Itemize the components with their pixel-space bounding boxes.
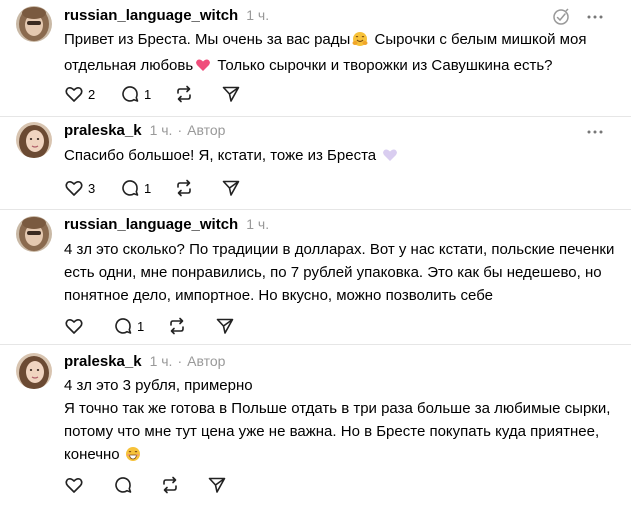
text-line: конечно (64, 446, 120, 463)
reply-button[interactable]: 1 (120, 176, 151, 200)
text-line: Привет из Бреста. Мы очень за вас рады (64, 31, 351, 48)
like-button[interactable]: 3 (64, 176, 95, 200)
light-purple-heart-emoji-icon (382, 147, 398, 170)
avatar-image-icon (16, 122, 52, 158)
comment-icon (115, 318, 132, 334)
username[interactable]: russian_language_witch (64, 216, 238, 233)
avatar[interactable] (16, 122, 52, 158)
send-icon (208, 477, 226, 493)
reply-count: 1 (144, 180, 152, 196)
repost-icon (170, 317, 184, 335)
post-header: russian_language_witch 1 ч. (64, 7, 269, 27)
text-line: 4 зл это 3 рубля, примерно (64, 377, 253, 394)
text-line: понятное дело, импортное. Но вкусно, мож… (64, 287, 493, 304)
share-button[interactable] (221, 176, 241, 200)
text-line: 4 зл это сколько? По традиции в долларах… (64, 241, 615, 258)
repost-button[interactable] (174, 176, 194, 200)
avatar-image-icon (16, 353, 52, 389)
reply-button[interactable] (113, 473, 133, 497)
reply-button[interactable]: 1 (120, 82, 151, 106)
post-text: 4 зл это сколько? По традиции в долларах… (64, 238, 615, 307)
divider (0, 344, 631, 345)
timestamp[interactable]: 1 ч. (150, 122, 173, 138)
like-button[interactable] (64, 473, 84, 497)
repost-button[interactable] (174, 82, 194, 106)
username[interactable]: praleska_k (64, 353, 142, 370)
repost-icon (177, 85, 191, 103)
reply-count: 1 (144, 86, 152, 102)
text-line: Я точно так же готова в Польше отдать в … (64, 400, 611, 417)
like-button[interactable] (64, 314, 84, 338)
post-text: Спасибо большое! Я, кстати, тоже из Брес… (64, 144, 609, 170)
post-header: praleska_k 1 ч. · Автор (64, 353, 225, 373)
more-options-icon[interactable] (585, 122, 605, 142)
heart-icon (65, 86, 83, 102)
grinning-face-emoji-icon (125, 446, 141, 469)
post-text: Привет из Бреста. Мы очень за вас рады С… (64, 28, 609, 80)
send-icon (216, 318, 234, 334)
repost-icon (177, 179, 191, 197)
timestamp[interactable]: 1 ч. (246, 216, 269, 232)
like-count: 3 (88, 180, 96, 196)
share-button[interactable] (207, 473, 227, 497)
share-button[interactable] (215, 314, 235, 338)
avatar[interactable] (16, 6, 52, 42)
send-icon (222, 180, 240, 196)
timestamp[interactable]: 1 ч. (246, 7, 269, 23)
post-header: praleska_k 1 ч. · Автор (64, 122, 225, 142)
post-text: 4 зл это 3 рубля, примерно Я точно так ж… (64, 374, 611, 469)
more-options-icon[interactable] (585, 7, 605, 27)
share-button[interactable] (221, 82, 241, 106)
avatar[interactable] (16, 216, 52, 252)
author-label: Автор (187, 353, 226, 369)
like-count: 2 (88, 86, 96, 102)
comment-icon (122, 86, 139, 102)
approve-icon[interactable] (551, 7, 571, 27)
divider (0, 116, 631, 117)
divider (0, 209, 631, 210)
author-label: Автор (187, 122, 226, 138)
text-line: потому что мне тут цена уже не важна. Но… (64, 423, 600, 440)
hugging-face-emoji-icon (352, 31, 368, 54)
heart-icon (65, 477, 83, 493)
heart-icon (65, 318, 83, 334)
repost-button[interactable] (160, 473, 180, 497)
timestamp[interactable]: 1 ч. (150, 353, 173, 369)
avatar-image-icon (16, 216, 52, 252)
separator-dot: · (177, 353, 183, 369)
like-button[interactable]: 2 (64, 82, 95, 106)
send-icon (222, 86, 240, 102)
text-line: Только сырочки и творожки из Савушкина е… (213, 57, 553, 74)
post-header: russian_language_witch 1 ч. (64, 216, 269, 236)
avatar-image-icon (16, 6, 52, 42)
avatar[interactable] (16, 353, 52, 389)
text-line: отдельная любовь (64, 57, 194, 74)
username[interactable]: praleska_k (64, 122, 142, 139)
reply-count: 1 (137, 318, 145, 334)
text-line: есть одни, мне понравились, по 7 рублей … (64, 264, 602, 281)
heart-icon (65, 180, 83, 196)
repost-button[interactable] (167, 314, 187, 338)
comment-icon (122, 180, 139, 196)
comment-icon (115, 477, 132, 493)
repost-icon (163, 476, 177, 494)
pink-heart-emoji-icon (195, 57, 211, 80)
text-line: Спасибо большое! Я, кстати, тоже из Брес… (64, 147, 377, 164)
text-line: Сырочки с белым мишкой моя (370, 31, 587, 48)
reply-button[interactable]: 1 (113, 314, 144, 338)
separator-dot: · (177, 122, 183, 138)
username[interactable]: russian_language_witch (64, 7, 238, 24)
